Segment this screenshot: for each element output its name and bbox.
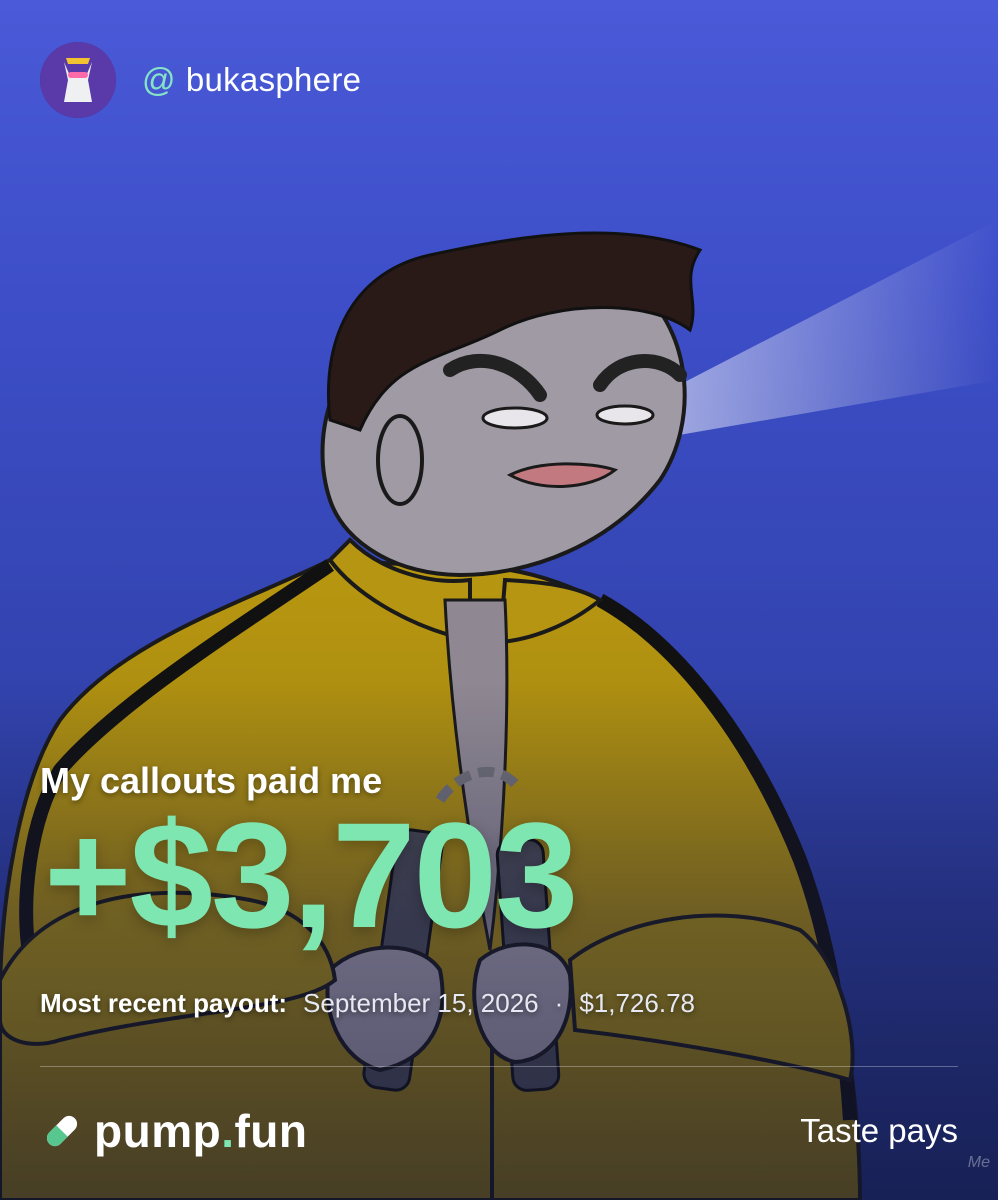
divider (40, 1066, 958, 1067)
payout-label: Most recent payout: (40, 988, 288, 1018)
payout-value: $1,726.78 (579, 988, 695, 1018)
brand-name-part2: fun (234, 1105, 308, 1157)
username[interactable]: bukasphere (186, 61, 361, 98)
payout-card: @ bukasphere My callouts paid me +$3,703 … (0, 0, 998, 1200)
payout-separator: · (554, 988, 564, 1018)
payout-date: September 15, 2026 (303, 988, 539, 1018)
brand-name-dot: . (221, 1105, 235, 1157)
tagline: Taste pays (800, 1112, 958, 1149)
at-symbol: @ (142, 61, 176, 98)
brand-name-part1: pump (94, 1105, 222, 1157)
wolf-avatar-icon[interactable] (40, 42, 116, 118)
payout-amount: +$3,703 (44, 791, 578, 959)
user-profile[interactable]: @ bukasphere (40, 42, 361, 118)
user-handle[interactable]: @ bukasphere (142, 61, 361, 99)
pill-icon (46, 1115, 78, 1147)
brand[interactable]: pump.fun (40, 1104, 308, 1158)
brand-name: pump.fun (94, 1104, 308, 1158)
recent-payout: Most recent payout: September 15, 2026 ·… (40, 988, 695, 1019)
watermark: Me (967, 1154, 990, 1171)
